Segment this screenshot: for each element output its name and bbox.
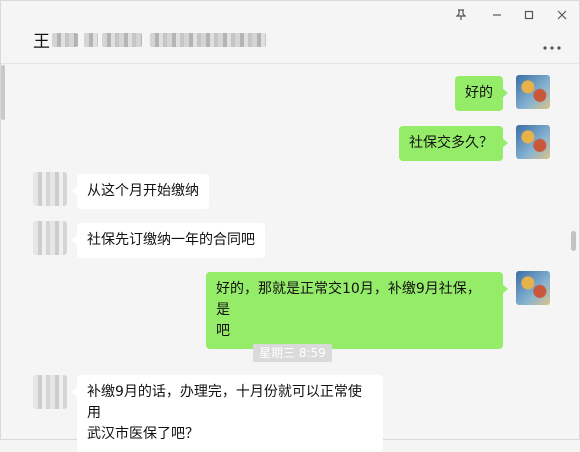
message-bubble-sent[interactable]: 社保交多久？ xyxy=(399,126,508,161)
message-text: 社保先订缴纳一年的合同吧 xyxy=(87,232,255,248)
my-avatar[interactable] xyxy=(516,125,550,159)
redacted-name xyxy=(52,32,78,47)
redacted-phone xyxy=(150,32,266,47)
message-text: 好的 xyxy=(465,85,493,101)
chat-window: 王 好的 社保交多久？ 从这个月开始缴纳 社保先订缴纳一年的合同吧 好的，那就是… xyxy=(0,0,580,452)
minimize-icon[interactable] xyxy=(489,7,505,23)
message-text-line: 吧 xyxy=(216,323,230,339)
more-dots-icon[interactable] xyxy=(543,35,561,54)
left-edge-scrollbar xyxy=(1,65,5,120)
close-icon[interactable] xyxy=(554,7,570,23)
timestamp-divider: 星期三 8:59 xyxy=(253,344,332,362)
pin-icon[interactable] xyxy=(453,7,469,23)
message-text-line: 补缴9月的话，办理完，十月份就可以正常使用 xyxy=(87,384,362,421)
contact-name: 王 xyxy=(33,32,50,52)
message-bubble-sent[interactable]: 好的，那就是正常交10月，补缴9月社保，是 吧 xyxy=(206,272,508,349)
maximize-icon[interactable] xyxy=(521,7,537,23)
message-scrollbar-thumb[interactable] xyxy=(571,231,576,251)
my-avatar[interactable] xyxy=(516,75,550,109)
message-bubble-received[interactable]: 补缴9月的话，办理完，十月份就可以正常使用 武汉市医保了吧？ xyxy=(72,375,383,452)
message-text: 社保交多久？ xyxy=(409,135,493,151)
message-bubble-received[interactable]: 从这个月开始缴纳 xyxy=(72,174,209,209)
redacted-remark xyxy=(102,32,142,47)
chat-header: 王 xyxy=(1,1,579,64)
contact-avatar[interactable] xyxy=(33,221,67,255)
redacted-bracket xyxy=(84,32,98,47)
my-avatar[interactable] xyxy=(516,271,550,305)
message-bubble-sent[interactable]: 好的 xyxy=(455,76,508,111)
message-text-line: 武汉市医保了吧？ xyxy=(87,426,199,442)
message-bubble-received[interactable]: 社保先订缴纳一年的合同吧 xyxy=(72,223,265,258)
contact-avatar[interactable] xyxy=(33,172,67,206)
contact-avatar[interactable] xyxy=(33,375,67,409)
message-text: 从这个月开始缴纳 xyxy=(87,183,199,199)
message-text-line: 好的，那就是正常交10月，补缴9月社保，是 xyxy=(216,281,481,318)
contact-title[interactable]: 王 xyxy=(33,27,266,52)
